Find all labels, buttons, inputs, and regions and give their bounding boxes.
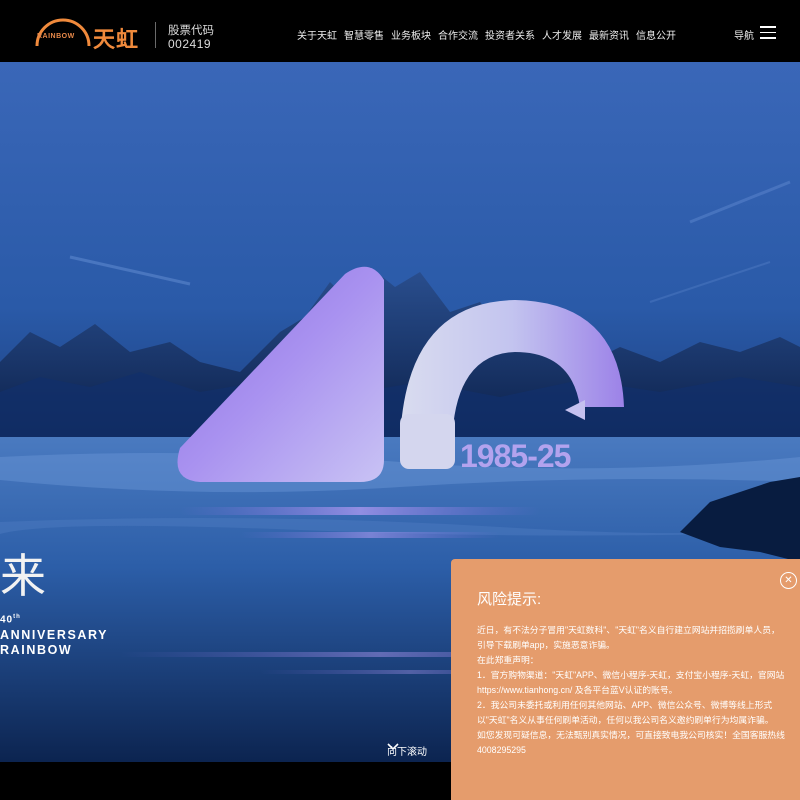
risk-notice-popup: ✕ 风险提示: 近日，有不法分子冒用"天虹数科"、"天虹"名义自行建立网站并招揽… (451, 559, 800, 800)
nav-item-disclosure[interactable]: 信息公开 (636, 27, 676, 42)
risk-line: 1．官方购物渠道："天虹"APP、微信小程序-天虹，支付宝小程序-天虹，官网站h… (477, 670, 785, 695)
stock-code: 002419 (168, 37, 212, 51)
nav-item-talent[interactable]: 人才发展 (542, 27, 582, 42)
nav-item-investors[interactable]: 投资者关系 (485, 27, 535, 42)
anniversary-number: 40th (0, 614, 21, 625)
nav-item-cooperation[interactable]: 合作交流 (438, 27, 478, 42)
risk-body: 近日，有不法分子冒用"天虹数科"、"天虹"名义自行建立网站并招揽刷单人员，引导下… (477, 623, 785, 758)
years-text: 1985-25 (460, 438, 571, 474)
logo-text: 天虹 (93, 28, 140, 53)
scroll-down-button[interactable]: 向下滚动 (387, 743, 427, 758)
nav-item-about[interactable]: 关于天虹 (297, 27, 337, 42)
stock-label: 股票代码 (168, 25, 214, 37)
hero-headline: 来 (0, 549, 47, 603)
risk-line: 在此郑重声明： (477, 655, 539, 665)
risk-title: 风险提示: (477, 591, 542, 608)
nav-item-business[interactable]: 业务板块 (391, 27, 431, 42)
header-divider (155, 22, 156, 48)
hamburger-menu-icon[interactable] (760, 26, 776, 39)
risk-line: 2．我公司未委托或利用任何其他网站、APP、微信公众号、微博等线上形式以"天虹"… (477, 700, 774, 725)
nav-item-smart-retail[interactable]: 智慧零售 (344, 27, 384, 42)
anniversary-suffix: th (13, 614, 21, 620)
chevron-down-icon (387, 743, 399, 751)
main-nav: 关于天虹 智慧零售 业务板块 合作交流 投资者关系 人才发展 最新资讯 信息公开 (297, 27, 676, 42)
anniversary-label: ANNIVERSARY (0, 628, 109, 642)
risk-line: 如您发现可疑信息，无法甄别真实情况，可直接致电我公司核实！全国客服热线40082… (477, 730, 785, 755)
close-icon[interactable]: ✕ (780, 572, 797, 589)
rainbow-logo[interactable]: RAINBOW 天虹 (33, 18, 145, 53)
rainbow-label: RAINBOW (0, 643, 73, 657)
logo-word: RAINBOW (37, 33, 75, 40)
anniversary-number-value: 40 (0, 614, 14, 626)
guide-label[interactable]: 导航 (734, 27, 754, 42)
risk-line: 近日，有不法分子冒用"天虹数科"、"天虹"名义自行建立网站并招揽刷单人员，引导下… (477, 625, 780, 650)
site-header: RAINBOW 天虹 股票代码 002419 关于天虹 智慧零售 业务板块 合作… (0, 0, 800, 62)
nav-item-news[interactable]: 最新资讯 (589, 27, 629, 42)
